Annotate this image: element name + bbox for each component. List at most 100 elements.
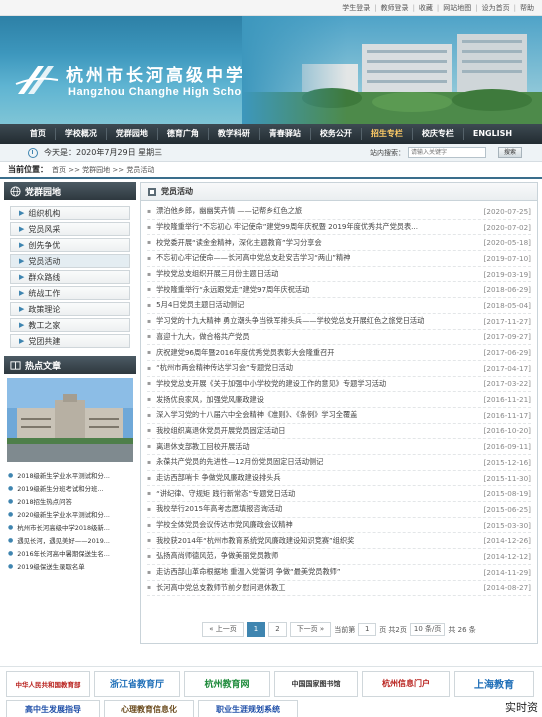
link-hangzhou-edu[interactable]: 杭州教育网 [184, 670, 270, 697]
list-item[interactable]: ● 2016年长河高中暑期保送生名... [8, 547, 136, 560]
set-homepage-link[interactable]: 设为首页 [482, 3, 510, 13]
nav-moral-education[interactable]: 德育广角 [158, 128, 209, 140]
article-row[interactable]: ▪ 永葆共产党员的先进性—12月份党员固定日活动侧记 [2015-12-16] [147, 455, 531, 471]
nav-anniversary[interactable]: 校庆专栏 [413, 128, 464, 140]
teacher-login-link[interactable]: 教师登录 [381, 3, 409, 13]
breadcrumb-path[interactable]: 首页 >> 党群园地 >> 党员活动 [52, 165, 154, 175]
link-moe[interactable]: 中华人民共和国教育部 [6, 670, 90, 697]
link-psych-education[interactable]: 心理教育信息化 [104, 700, 194, 717]
sidebar-item-organization[interactable]: ▶ 组织机构 [10, 206, 130, 220]
article-title[interactable]: 不忘初心牢记使命——长河高中党总支赴安吉学习“两山”精神 [156, 253, 480, 263]
article-row[interactable]: ▪ 学习党的十九大精神 勇立潮头争当铁军排头兵——学校党总支开展红色之旅党日活动[… [147, 314, 531, 330]
article-row[interactable]: ▪ 不忘初心牢记使命——长河高中党总支赴安吉学习“两山”精神 [2019-07-10… [147, 251, 531, 267]
article-title[interactable]: 我校获2014年“杭州市教育系统党风廉政建设知识竞赛”组织奖 [156, 536, 480, 546]
per-page-select[interactable]: 10 条/页 [409, 623, 446, 636]
next-page-button[interactable]: 下一页 » [289, 622, 332, 637]
link-national-library[interactable]: 中国国家图书馆 [274, 670, 358, 697]
nav-school-overview[interactable]: 学校概况 [56, 128, 107, 140]
nav-home[interactable]: 首页 [21, 128, 56, 140]
search-button[interactable]: 搜索 [498, 147, 522, 158]
article-row[interactable]: ▪ 走访西部哨卡 争做党风廉政建设排头兵 [2015-11-30] [147, 471, 531, 487]
article-row[interactable]: ▪ 发扬优良家风，加强党风廉政建设 [2016-11-21] [147, 392, 531, 408]
sidebar-item-staff-home[interactable]: ▶ 教工之家 [10, 318, 130, 332]
list-item[interactable]: ● 2019级新生分班考试和分班... [8, 482, 136, 495]
article-row[interactable]: ▪ “杭州市两会精神传达学习会”专题党日活动 [2017-04-17] [147, 361, 531, 377]
list-item[interactable]: ● 2018级新生学业水平测试和分... [8, 469, 136, 482]
article-title[interactable]: 喜迎十九大，做合格共产党员 [156, 332, 480, 342]
article-title[interactable]: 长河高中党总支教师节前夕慰问退休教工 [156, 583, 480, 593]
favorite-link[interactable]: 收藏 [419, 3, 433, 13]
article-row[interactable]: ▪ 我校获2014年“杭州市教育系统党风廉政建设知识竞赛”组织奖 [2014-12-… [147, 533, 531, 550]
realtime-info-corner[interactable]: 实时资 [503, 699, 540, 715]
article-title[interactable]: 漂泊他乡郎，幽幽笑卉情 ——记帮乡红色之旅 [156, 206, 480, 216]
article-title[interactable]: 弘扬高尚师德风范，争做美丽党员教师 [156, 551, 480, 561]
sidebar-item-united-front[interactable]: ▶ 统战工作 [10, 286, 130, 300]
article-row[interactable]: ▪ 学校全体党员会议传达市党风廉政会议精神 [2015-03-30] [147, 518, 531, 534]
article-row[interactable]: ▪ 我校举行2015年高考志愿填报咨询活动 [2015-06-25] [147, 502, 531, 518]
link-zhejiang-edu[interactable]: 浙江省教育厅 [94, 670, 180, 697]
article-title[interactable]: 学校党总支开展《关于加强中小学校党的建设工作的意见》专题学习活动 [156, 379, 480, 389]
page-button-1[interactable]: 1 [246, 622, 266, 637]
article-title[interactable]: 深入学习党的十八届六中全会精神《准则》、《条例》学习全覆盖 [156, 410, 480, 420]
nav-english[interactable]: ENGLISH [464, 128, 521, 140]
link-student-guidance[interactable]: 高中生发展指导 [6, 700, 100, 717]
article-title[interactable]: 走访西部哨卡 争做党风廉政建设排头兵 [156, 473, 480, 483]
article-title[interactable]: 我校组织离退休党员开展党员固定活动日 [156, 426, 480, 436]
article-title[interactable]: 学习党的十九大精神 勇立潮头争当铁军排头兵——学校党总支开展红色之旅党日活动 [156, 316, 480, 326]
prev-page-button[interactable]: « 上一页 [202, 622, 244, 637]
search-input[interactable] [408, 147, 486, 158]
article-title[interactable]: 学校隆重举行“不忘初心 牢记使命”建党99周年庆祝暨 2019年度优秀共产党员表… [156, 222, 480, 232]
article-title[interactable]: 5月4日党员主题日活动侧记 [156, 300, 480, 310]
sidebar-item-policy-theory[interactable]: ▶ 政策理论 [10, 302, 130, 316]
article-title[interactable]: 庆祝建党96周年暨2016年度优秀党员表彰大会隆重召开 [156, 348, 480, 358]
nav-teaching-research[interactable]: 教学科研 [209, 128, 260, 140]
sidebar-item-member-activities[interactable]: ▶ 党员活动 [10, 254, 130, 268]
article-row[interactable]: ▪ 离退休支部教工回校开展活动 [2016-09-11] [147, 439, 531, 455]
list-item[interactable]: ● 2019级保送生录取名单 [8, 560, 136, 573]
list-item[interactable]: ● 遇见长河，遇见美好——2019... [8, 534, 136, 547]
list-item[interactable]: ● 2018招生热点问答 [8, 495, 136, 508]
nav-party-garden[interactable]: 党群园地 [107, 128, 158, 140]
article-row[interactable]: ▪ 学校隆重举行“不忘初心 牢记使命”建党99周年庆祝暨 2019年度优秀共产党员… [147, 220, 531, 236]
article-title[interactable]: 学校党总支组织开展三月份主题日活动 [156, 269, 480, 279]
article-row[interactable]: ▪ 5月4日党员主题日活动侧记 [2018-05-04] [147, 298, 531, 314]
article-row[interactable]: ▪ 弘扬高尚师德风范，争做美丽党员教师 [2014-12-12] [147, 549, 531, 565]
article-title[interactable]: 永葆共产党员的先进性—12月份党员固定日活动侧记 [156, 457, 480, 467]
article-title[interactable]: 离退休支部教工回校开展活动 [156, 442, 480, 452]
article-title[interactable]: 我校举行2015年高考志愿填报咨询活动 [156, 504, 480, 514]
nav-youth-station[interactable]: 青春驿站 [260, 128, 311, 140]
list-item[interactable]: ● 杭州市长河高级中学2018级新... [8, 521, 136, 534]
list-item[interactable]: ● 2020级新生学业水平测试和分... [8, 508, 136, 521]
article-row[interactable]: ▪ 喜迎十九大，做合格共产党员 [2017-09-27] [147, 330, 531, 346]
article-title[interactable]: 走访西部山革命根据地 重温入党誓词 争做“最美党员教师” [156, 567, 480, 577]
sidebar-item-mass-line[interactable]: ▶ 群众路线 [10, 270, 130, 284]
article-row[interactable]: ▪ 学校党总支组织开展三月份主题日活动 [2019-03-19] [147, 267, 531, 283]
article-row[interactable]: ▪ 走访西部山革命根据地 重温入党誓词 争做“最美党员教师” [2014-11-29… [147, 565, 531, 581]
article-row[interactable]: ▪ 校党委开展“读金金精神，深化主题教育”学习分享会 [2020-05-18] [147, 235, 531, 252]
sitemap-link[interactable]: 网站地图 [443, 3, 471, 13]
nav-admissions[interactable]: 招生专栏 [362, 128, 413, 140]
sidebar-item-party-league[interactable]: ▶ 党团共建 [10, 334, 130, 348]
article-title[interactable]: 学校隆重举行“永远跟党走”建党97周年庆祝活动 [156, 285, 480, 295]
article-row[interactable]: ▪ 庆祝建党96周年暨2016年度优秀党员表彰大会隆重召开 [2017-06-29] [147, 345, 531, 361]
sidebar-item-member-style[interactable]: ▶ 党员风采 [10, 222, 130, 236]
article-title[interactable]: 校党委开展“读金金精神，深化主题教育”学习分享会 [156, 238, 480, 248]
link-hangzhou-portal[interactable]: 杭州信息门户 [362, 670, 450, 697]
page-button-2[interactable]: 2 [268, 622, 287, 637]
article-row[interactable]: ▪ 漂泊他乡郎，幽幽笑卉情 ——记帮乡红色之旅 [2020-07-25] [147, 204, 531, 220]
article-title[interactable]: “杭州市两会精神传达学习会”专题党日活动 [156, 363, 480, 373]
article-row[interactable]: ▪ 学校隆重举行“永远跟党走”建党97周年庆祝活动 [2018-06-29] [147, 282, 531, 299]
article-row[interactable]: ▪ 学校党总支开展《关于加强中小学校党的建设工作的意见》专题学习活动 [2017-0… [147, 377, 531, 393]
student-login-link[interactable]: 学生登录 [342, 3, 370, 13]
article-row[interactable]: ▪ 长河高中党总支教师节前夕慰问退休教工 [2014-08-27] [147, 581, 531, 597]
link-career-planning[interactable]: 职业生涯规划系统 [198, 700, 298, 717]
link-shanghai-edu[interactable]: 上海教育 [454, 670, 534, 697]
article-title[interactable]: 发扬优良家风，加强党风廉政建设 [156, 395, 480, 405]
sidebar-item-excellence[interactable]: ▶ 创先争优 [10, 238, 130, 252]
article-row[interactable]: ▪ 我校组织离退休党员开展党员固定活动日 [2016-10-20] [147, 424, 531, 440]
article-title[interactable]: 学校全体党员会议传达市党风廉政会议精神 [156, 520, 480, 530]
article-row[interactable]: ▪ “讲纪律、守规矩 践行新常态”专题党日活动 [2015-08-19] [147, 486, 531, 503]
page-number-input[interactable]: 1 [358, 623, 377, 636]
article-title[interactable]: “讲纪律、守规矩 践行新常态”专题党日活动 [156, 489, 480, 499]
help-link[interactable]: 帮助 [520, 3, 534, 13]
